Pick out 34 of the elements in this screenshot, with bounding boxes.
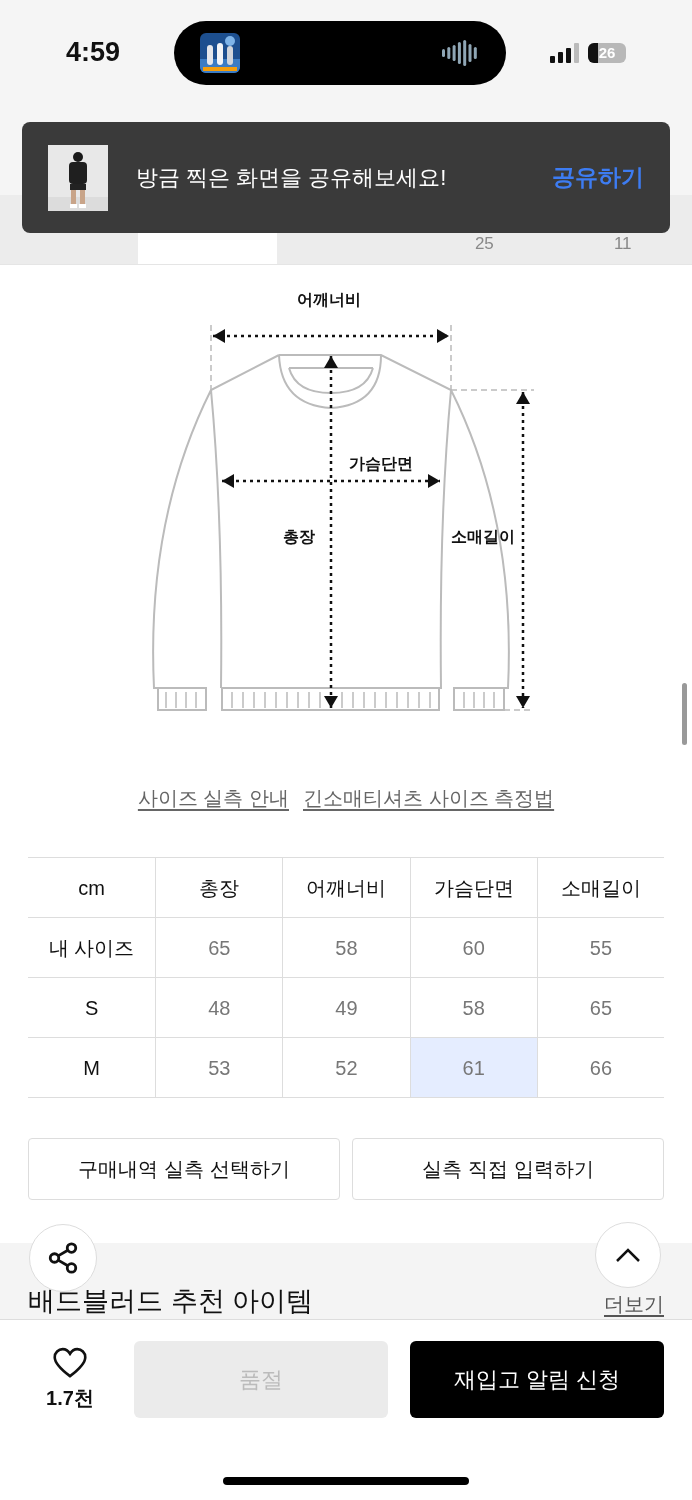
measure-button[interactable]: 구매내역 실측 선택하기: [28, 1138, 340, 1200]
clock: 4:59: [66, 36, 122, 70]
restock-alert-button[interactable]: 재입고 알림 신청: [410, 1341, 664, 1418]
share-icon: [46, 1241, 80, 1275]
table-cell: 58: [282, 918, 410, 978]
table-cell: 66: [536, 1038, 664, 1098]
measure-button[interactable]: 실측 직접 입력하기: [352, 1138, 664, 1200]
section-title: 배드블러드 추천 아이템: [28, 1285, 313, 1318]
table-cell: 65: [155, 918, 283, 978]
signal-icon: [550, 42, 580, 63]
table-cell: 48: [155, 978, 283, 1038]
measurement-label: 소매길이: [451, 528, 515, 545]
measurement-label: 어깨너비: [297, 291, 361, 308]
tab-count: 11: [613, 232, 632, 255]
guide-link[interactable]: 사이즈 실측 안내: [137, 783, 289, 813]
guide-link[interactable]: 긴소매티셔츠 사이즈 측정법: [303, 783, 555, 813]
measurement-label: 가슴단면: [349, 455, 413, 472]
more-link[interactable]: 더보기: [604, 1291, 664, 1317]
like-button[interactable]: 1.7천: [28, 1346, 112, 1413]
scrollbar: [682, 683, 687, 745]
table-cell: 55: [536, 918, 664, 978]
chevron-up-icon: [614, 1247, 642, 1263]
table-cell: 65: [536, 978, 664, 1038]
table-cell: 52: [282, 1038, 410, 1098]
table-cell: 49: [282, 978, 410, 1038]
battery-indicator: 26: [588, 42, 626, 63]
measurement-label: 총장: [283, 528, 315, 545]
table-cell: 61: [409, 1038, 537, 1098]
table-cell: 53: [155, 1038, 283, 1098]
toast-message: 방금 찍은 화면을 공유해보세요!: [136, 164, 448, 192]
waveform-icon: [442, 39, 480, 66]
table-cell: 58: [409, 978, 537, 1038]
tab-count: 25: [474, 232, 494, 255]
table-cell: 60: [409, 918, 537, 978]
